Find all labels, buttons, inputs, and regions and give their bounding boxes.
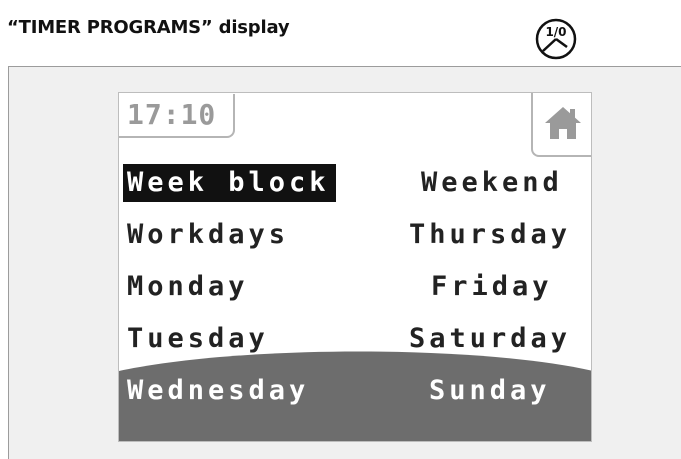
menu-item-sunday[interactable]: Sunday <box>429 372 551 410</box>
menu-item-wednesday[interactable]: Wednesday <box>127 372 309 410</box>
menu-item-saturday[interactable]: Saturday <box>409 320 571 358</box>
device-screen: 17:10 Week block Workdays Monday Tuesday… <box>118 92 592 442</box>
page-title: “TIMER PROGRAMS” display <box>7 17 290 38</box>
menu-item-workdays[interactable]: Workdays <box>127 216 289 254</box>
menu-item-week-block[interactable]: Week block <box>123 164 336 202</box>
home-button[interactable] <box>531 93 591 157</box>
clock-display: 17:10 <box>119 94 235 138</box>
timer-program-icon: 1/0 <box>534 17 578 61</box>
menu-item-friday[interactable]: Friday <box>431 268 553 306</box>
menu-item-weekend[interactable]: Weekend <box>421 164 563 202</box>
menu-item-thursday[interactable]: Thursday <box>409 216 571 254</box>
home-icon <box>545 107 581 139</box>
timer-icon-label: 1/0 <box>545 25 566 39</box>
menu-item-monday[interactable]: Monday <box>127 268 249 306</box>
menu-item-tuesday[interactable]: Tuesday <box>127 320 269 358</box>
display-panel: 17:10 Week block Workdays Monday Tuesday… <box>8 66 681 459</box>
